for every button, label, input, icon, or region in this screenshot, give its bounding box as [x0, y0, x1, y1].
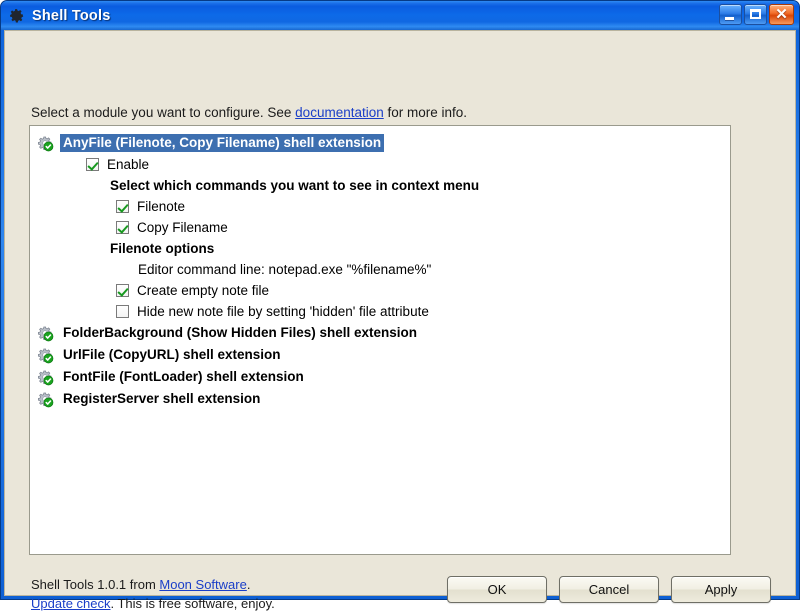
gear-icon: [8, 7, 25, 24]
filenote-options-heading-row: Filenote options: [30, 238, 730, 259]
ok-button[interactable]: OK: [447, 576, 547, 603]
gear-check-icon: [36, 368, 54, 386]
filenote-checkbox[interactable]: [116, 200, 129, 213]
hide-note-file-label: Hide new note file by setting 'hidden' f…: [137, 304, 429, 319]
module-row-fontfile[interactable]: FontFile (FontLoader) shell extension: [30, 366, 730, 388]
window-controls: ✕: [719, 4, 794, 25]
module-list-panel[interactable]: AnyFile (Filenote, Copy Filename) shell …: [29, 125, 731, 555]
create-empty-note-label: Create empty note file: [137, 283, 269, 298]
copy-filename-label: Copy Filename: [137, 220, 228, 235]
dialog-buttons: OK Cancel Apply: [447, 576, 771, 603]
hide-note-file-checkbox[interactable]: [116, 305, 129, 318]
documentation-link[interactable]: documentation: [295, 105, 384, 120]
copy-filename-checkbox[interactable]: [116, 221, 129, 234]
module-label: FolderBackground (Show Hidden Files) she…: [60, 324, 420, 342]
create-empty-note-checkbox[interactable]: [116, 284, 129, 297]
minimize-button[interactable]: [719, 4, 742, 25]
editor-command-line: Editor command line: notepad.exe "%filen…: [138, 262, 431, 277]
cancel-button[interactable]: Cancel: [559, 576, 659, 603]
enable-checkbox[interactable]: [86, 158, 99, 171]
title-bar[interactable]: Shell Tools ✕: [1, 1, 799, 30]
enable-label: Enable: [107, 157, 149, 172]
module-row-anyfile[interactable]: AnyFile (Filenote, Copy Filename) shell …: [30, 132, 730, 154]
gear-check-icon: [36, 346, 54, 364]
footer-line1-after: .: [247, 577, 251, 592]
copy-filename-row[interactable]: Copy Filename: [30, 217, 730, 238]
module-row-urlfile[interactable]: UrlFile (CopyURL) shell extension: [30, 344, 730, 366]
editor-command-line-row[interactable]: Editor command line: notepad.exe "%filen…: [30, 259, 730, 280]
module-label: AnyFile (Filenote, Copy Filename) shell …: [60, 134, 384, 152]
gear-check-icon: [36, 324, 54, 342]
filenote-options-heading: Filenote options: [110, 241, 214, 256]
module-row-registerserver[interactable]: RegisterServer shell extension: [30, 388, 730, 410]
module-row-folderbackground[interactable]: FolderBackground (Show Hidden Files) she…: [30, 322, 730, 344]
shell-tools-window: Shell Tools ✕ Select a module you want t…: [0, 0, 800, 600]
update-check-link[interactable]: Update check: [31, 596, 111, 611]
commands-heading: Select which commands you want to see in…: [110, 178, 479, 193]
footer-line-1: Shell Tools 1.0.1 from Moon Software.: [31, 575, 275, 594]
close-button[interactable]: ✕: [769, 4, 794, 25]
footer-line-2: Update check. This is free software, enj…: [31, 594, 275, 613]
module-label: UrlFile (CopyURL) shell extension: [60, 346, 284, 364]
apply-button[interactable]: Apply: [671, 576, 771, 603]
footer-info: Shell Tools 1.0.1 from Moon Software. Up…: [31, 575, 275, 613]
footer-line2-after: . This is free software, enjoy.: [111, 596, 275, 611]
dialog-client-area: Select a module you want to configure. S…: [4, 30, 796, 596]
window-title: Shell Tools: [32, 8, 110, 24]
footer-version-text: Shell Tools 1.0.1 from: [31, 577, 159, 592]
close-icon: ✕: [770, 5, 793, 24]
moon-software-link[interactable]: Moon Software: [159, 577, 246, 592]
intro-text: Select a module you want to configure. S…: [31, 105, 467, 120]
gear-check-icon: [36, 390, 54, 408]
hide-note-file-row[interactable]: Hide new note file by setting 'hidden' f…: [30, 301, 730, 322]
gear-check-icon: [36, 134, 54, 152]
filenote-row[interactable]: Filenote: [30, 196, 730, 217]
commands-heading-row: Select which commands you want to see in…: [30, 175, 730, 196]
intro-text-before: Select a module you want to configure. S…: [31, 105, 295, 120]
create-empty-note-row[interactable]: Create empty note file: [30, 280, 730, 301]
maximize-button[interactable]: [744, 4, 767, 25]
module-label: RegisterServer shell extension: [60, 390, 263, 408]
module-tree: AnyFile (Filenote, Copy Filename) shell …: [30, 126, 730, 410]
filenote-label: Filenote: [137, 199, 185, 214]
module-label: FontFile (FontLoader) shell extension: [60, 368, 307, 386]
enable-row[interactable]: Enable: [30, 154, 730, 175]
intro-text-after: for more info.: [384, 105, 467, 120]
